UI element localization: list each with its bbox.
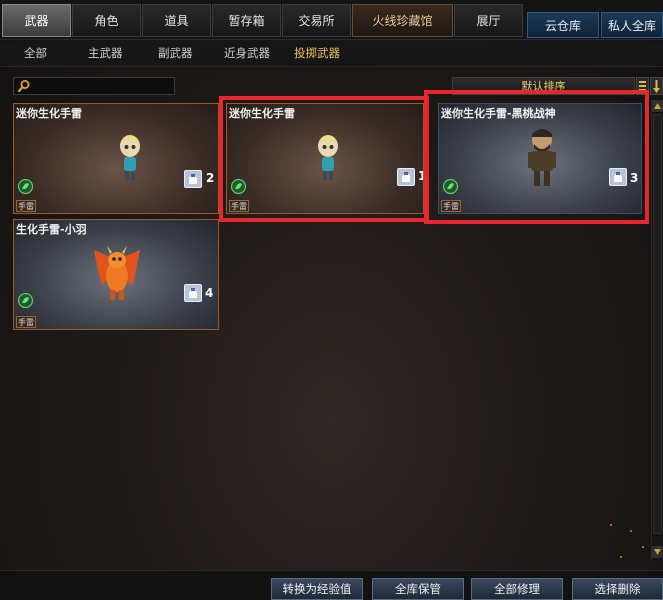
weapon-category-bar: 全部 主武器 副武器 近身武器 投掷武器 (0, 41, 663, 67)
bottom-action-bar: 转换为经验值 全库保管 全部修理 选择删除 (0, 570, 663, 600)
item-type-tag: 手雷 (229, 200, 249, 212)
list-view-icon[interactable] (636, 77, 649, 95)
subtab-throwing[interactable]: 投掷武器 (294, 45, 340, 61)
vertical-scrollbar[interactable] (651, 100, 663, 560)
item-name: 迷你生化手雷 (16, 107, 82, 120)
sort-label: 默认排序 (521, 80, 566, 93)
item-count: 3 (630, 171, 639, 185)
tab-characters[interactable]: 角色 (72, 4, 141, 37)
item-type-tag: 手雷 (441, 200, 461, 212)
tab-private-storage[interactable]: 私人全库 (601, 12, 663, 38)
top-tab-bar: 武器 角色 道具 暂存箱 交易所 火线珍藏馆 展厅 云仓库 私人全库 (0, 0, 663, 40)
repair-all-button[interactable]: 全部修理 (471, 578, 563, 600)
black-peach-god-of-war-grenade-icon (528, 129, 556, 186)
item-type-tag: 手雷 (16, 200, 36, 212)
tab-showroom[interactable]: 展厅 (454, 4, 523, 37)
mini-zombie-grenade-icon (120, 135, 140, 180)
biohazard-leaf-icon (231, 179, 246, 194)
biohazard-leaf-icon (18, 293, 33, 308)
quantity-box-icon (609, 168, 627, 186)
item-count: 2 (206, 171, 215, 185)
quantity-box-icon (184, 284, 202, 302)
item-count: 1 (418, 169, 423, 183)
tab-weapons[interactable]: 武器 (2, 4, 71, 37)
subtab-primary[interactable]: 主武器 (88, 45, 123, 61)
biohazard-leaf-icon (443, 179, 458, 194)
tab-temp-storage[interactable]: 暂存箱 (212, 4, 281, 37)
sort-direction-icon[interactable] (650, 77, 663, 95)
item-card[interactable]: 迷你生化手雷 手雷 2 (13, 103, 219, 214)
convert-to-exp-button[interactable]: 转换为经验值 (271, 578, 363, 600)
item-name: 迷你生化手雷 (229, 107, 295, 120)
scroll-down-icon[interactable] (652, 546, 663, 558)
search-input[interactable] (34, 79, 172, 93)
scroll-thumb[interactable] (653, 114, 662, 534)
subtab-all[interactable]: 全部 (24, 45, 47, 61)
spark-decoration (620, 556, 622, 558)
subtab-melee[interactable]: 近身武器 (224, 45, 270, 61)
little-feather-grenade-icon (94, 246, 140, 300)
quantity-box-icon (397, 168, 415, 186)
item-name: 迷你生化手雷-黑桃战神 (441, 107, 556, 120)
item-card[interactable]: 迷你生化手雷 手雷 1 (226, 103, 424, 214)
item-name: 生化手雷-小羽 (16, 223, 87, 236)
spark-decoration (610, 524, 612, 526)
subtab-secondary[interactable]: 副武器 (158, 45, 193, 61)
select-delete-button[interactable]: 选择删除 (572, 578, 663, 600)
tab-cloud-storage[interactable]: 云仓库 (527, 12, 599, 38)
item-card[interactable]: 生化手雷-小羽 手雷 4 (13, 219, 219, 330)
sort-dropdown[interactable]: 默认排序 (452, 77, 635, 95)
store-all-button[interactable]: 全库保管 (372, 578, 464, 600)
tab-exchange[interactable]: 交易所 (282, 4, 351, 37)
spark-decoration (630, 530, 632, 532)
item-type-tag: 手雷 (16, 316, 36, 328)
tab-items[interactable]: 道具 (142, 4, 211, 37)
biohazard-leaf-icon (18, 179, 33, 194)
search-box (13, 77, 175, 95)
search-icon (17, 80, 30, 93)
tab-collection-hall[interactable]: 火线珍藏馆 (352, 4, 453, 37)
item-card[interactable]: 迷你生化手雷-黑桃战神 手雷 3 (438, 103, 642, 214)
scroll-up-icon[interactable] (652, 100, 663, 112)
quantity-box-icon (184, 170, 202, 188)
mini-zombie-grenade-icon (318, 135, 338, 180)
item-count: 4 (205, 286, 214, 300)
spark-decoration (642, 546, 644, 548)
